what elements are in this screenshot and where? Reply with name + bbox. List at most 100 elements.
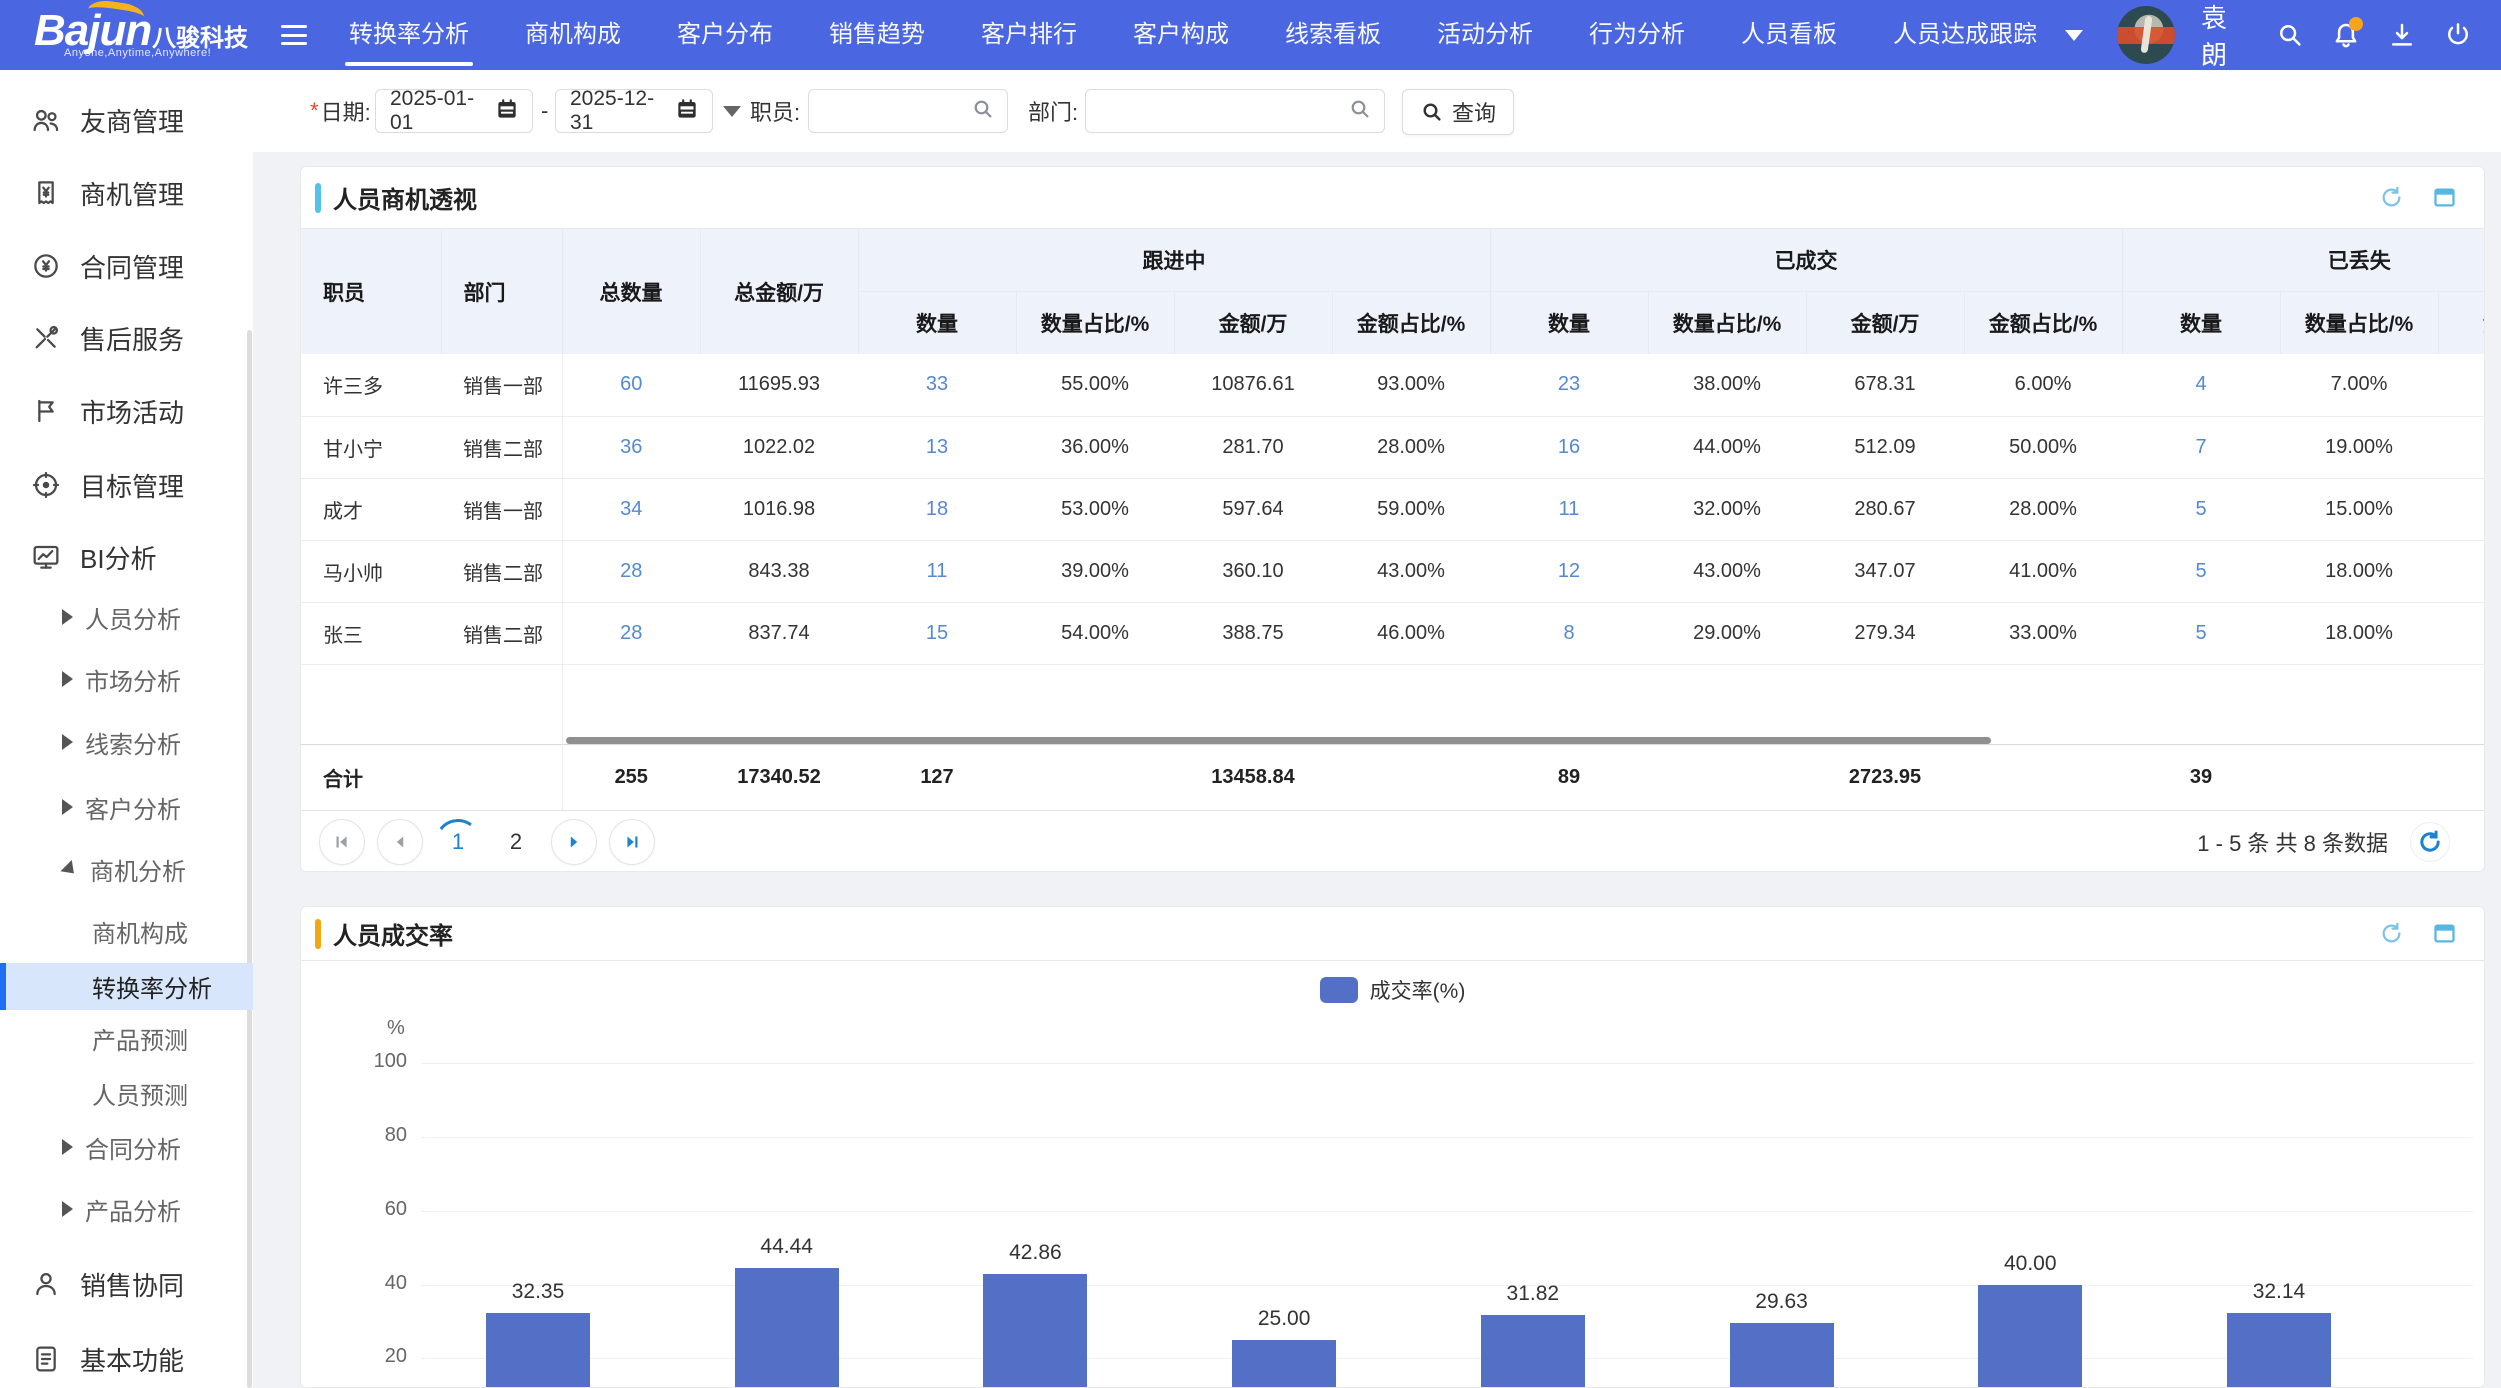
bar[interactable] (983, 1273, 1088, 1387)
cell-link[interactable]: 15 (858, 602, 1016, 665)
bar[interactable] (734, 1268, 839, 1387)
staff-search-input[interactable] (808, 89, 1008, 133)
sidebar-item-16[interactable]: 合同分析 (0, 1124, 253, 1170)
sidebar-item-10[interactable]: 客户分析 (0, 784, 253, 830)
sidebar-item-2[interactable]: 合同管理 (0, 240, 253, 292)
sidebar-item-3[interactable]: 售后服务 (0, 312, 253, 364)
staff-label: 职员: (750, 100, 801, 125)
calendar-icon[interactable] (674, 96, 700, 127)
cell-link[interactable]: 5 (2122, 540, 2280, 603)
cell-link[interactable]: 5 (2122, 602, 2280, 665)
nav-item-10[interactable]: 人员达成跟踪 (1865, 0, 2065, 70)
cell-link[interactable]: 11 (1490, 478, 1648, 541)
sidebar-item-5[interactable]: 目标管理 (0, 459, 253, 511)
expand-arrow-icon[interactable] (62, 1139, 73, 1155)
table-scroll-region[interactable]: 职员 部门 总数量 总金额/万 跟进中 已成交 已丢失 数量 数量占比/% 金额/万 金额占比/% 数… (301, 229, 2484, 811)
collapse-arrow-icon[interactable] (60, 859, 80, 879)
sidebar-item-19[interactable]: 基本功能 (0, 1333, 253, 1385)
sidebar-item-13[interactable]: 转换率分析 (0, 963, 253, 1010)
cell-link[interactable]: 23 (1490, 354, 1648, 417)
bar[interactable] (1480, 1314, 1585, 1387)
bar[interactable] (1978, 1284, 2083, 1387)
sidebar-item-12[interactable]: 商机构成 (0, 908, 253, 955)
page-button-2[interactable]: 2 (493, 819, 539, 865)
nav-item-9[interactable]: 人员看板 (1713, 0, 1865, 70)
window-icon[interactable] (2431, 184, 2458, 211)
expand-arrow-icon[interactable] (62, 609, 73, 625)
nav-item-3[interactable]: 销售趋势 (801, 0, 953, 70)
user-avatar[interactable] (2117, 6, 2175, 64)
sidebar-item-11[interactable]: 商机分析 (0, 846, 253, 892)
query-button[interactable]: 查询 (1402, 89, 1514, 135)
cell: 28.00% (1332, 416, 1490, 479)
power-icon[interactable] (2443, 20, 2473, 50)
nav-item-5[interactable]: 客户构成 (1105, 0, 1257, 70)
bell-icon[interactable] (2331, 17, 2363, 50)
nav-item-8[interactable]: 行为分析 (1561, 0, 1713, 70)
sidebar-item-label: 商机构成 (92, 921, 188, 948)
download-icon[interactable] (2387, 20, 2417, 50)
bar[interactable] (1232, 1339, 1337, 1387)
cell-link[interactable]: 36 (562, 416, 700, 479)
dept-search-input[interactable] (1085, 89, 1385, 133)
first-page-button[interactable] (319, 818, 365, 865)
page-numbers: 12 (435, 818, 551, 865)
next-page-button[interactable] (551, 818, 597, 865)
nav-item-2[interactable]: 客户分布 (649, 0, 801, 70)
horizontal-scrollbar[interactable] (566, 737, 1991, 744)
bar[interactable] (486, 1312, 590, 1387)
sidebar-item-0[interactable]: 友商管理 (0, 94, 253, 146)
expand-arrow-icon[interactable] (62, 1201, 73, 1217)
bar[interactable] (1729, 1322, 1834, 1387)
expand-arrow-icon[interactable] (62, 671, 73, 687)
magnifier-icon[interactable] (1348, 97, 1372, 126)
magnifier-icon[interactable] (971, 97, 995, 126)
table-refresh-icon[interactable] (2410, 821, 2450, 862)
sidebar-item-6[interactable]: BI分析 (0, 531, 253, 583)
cell-link[interactable]: 18 (858, 478, 1016, 541)
sidebar-item-15[interactable]: 人员预测 (0, 1070, 253, 1117)
cell-link[interactable]: 28 (562, 602, 700, 665)
date-collapse-caret-icon[interactable] (723, 89, 741, 133)
cell-link[interactable]: 12 (1490, 540, 1648, 603)
cell-link[interactable]: 60 (562, 354, 700, 417)
cell-link[interactable]: 13 (858, 416, 1016, 479)
sidebar-item-7[interactable]: 人员分析 (0, 594, 253, 640)
cell-link[interactable]: 16 (1490, 416, 1648, 479)
y-tick-label: 20 (384, 1345, 407, 1368)
sidebar-item-4[interactable]: 市场活动 (0, 385, 253, 437)
nav-item-1[interactable]: 商机构成 (497, 0, 649, 70)
sidebar-item-14[interactable]: 产品预测 (0, 1015, 253, 1062)
last-page-button[interactable] (609, 818, 655, 865)
sidebar-item-17[interactable]: 产品分析 (0, 1186, 253, 1232)
cell-link[interactable]: 8 (1490, 602, 1648, 665)
hamburger-menu-icon[interactable] (281, 25, 307, 45)
expand-arrow-icon[interactable] (62, 734, 73, 750)
cell-link[interactable]: 34 (562, 478, 700, 541)
cell-link[interactable]: 11 (858, 540, 1016, 603)
date-to-input[interactable]: 2025-12-31 (555, 87, 713, 134)
cell-link[interactable]: 4 (2122, 354, 2280, 417)
sidebar-item-8[interactable]: 市场分析 (0, 656, 253, 702)
brand-logo[interactable]: Bajun 八骏科技 Anyone,Anytime,Anywhere! (0, 0, 255, 70)
prev-page-button[interactable] (377, 818, 423, 865)
more-menus-caret-icon[interactable] (2065, 29, 2083, 41)
sidebar-item-1[interactable]: 商机管理 (0, 167, 253, 219)
sidebar-item-9[interactable]: 线索分析 (0, 719, 253, 765)
search-icon[interactable] (2275, 20, 2305, 50)
bar[interactable] (2226, 1313, 2331, 1387)
date-from-input[interactable]: 2025-01-01 (375, 87, 533, 134)
nav-item-6[interactable]: 线索看板 (1257, 0, 1409, 70)
cell-link[interactable]: 5 (2122, 478, 2280, 541)
nav-item-4[interactable]: 客户排行 (953, 0, 1105, 70)
nav-item-0[interactable]: 转换率分析 (321, 0, 497, 70)
cell-link[interactable]: 28 (562, 540, 700, 603)
page-button-1[interactable]: 1 (435, 818, 481, 865)
nav-item-7[interactable]: 活动分析 (1409, 0, 1561, 70)
expand-arrow-icon[interactable] (62, 799, 73, 815)
refresh-icon[interactable] (2378, 184, 2405, 211)
calendar-icon[interactable] (494, 96, 520, 127)
sidebar-item-18[interactable]: 销售协同 (0, 1258, 253, 1310)
cell-link[interactable]: 33 (858, 354, 1016, 417)
cell-link[interactable]: 7 (2122, 416, 2280, 479)
